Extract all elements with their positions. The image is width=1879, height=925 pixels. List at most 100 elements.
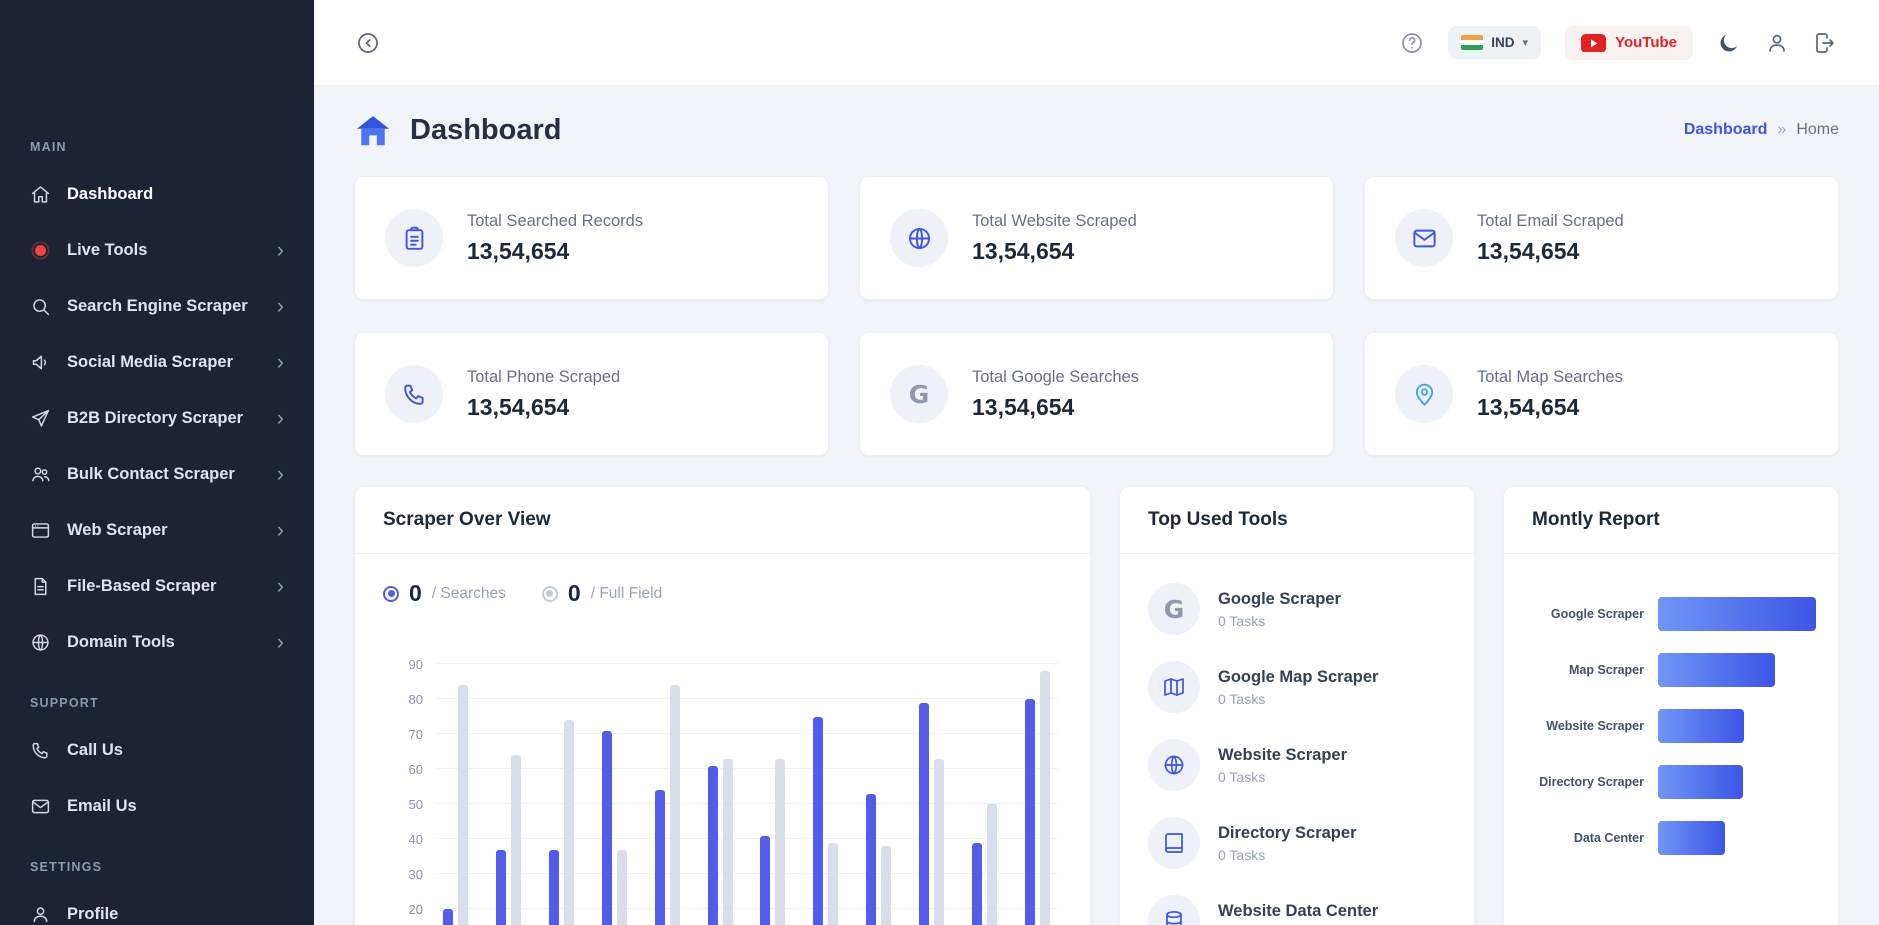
clipboard-icon bbox=[385, 209, 443, 267]
dark-mode-toggle[interactable] bbox=[1717, 31, 1741, 55]
y-axis-tick: 80 bbox=[385, 692, 423, 707]
sidebar-item-call-us[interactable]: Call Us bbox=[0, 722, 314, 778]
nav-section-label: MAIN bbox=[0, 140, 314, 154]
bar-searches bbox=[443, 909, 453, 925]
mail-icon bbox=[1395, 209, 1453, 267]
chevron-right-icon: › bbox=[277, 631, 284, 653]
tool-row-directory-scraper[interactable]: Directory Scraper0 Tasks bbox=[1148, 804, 1446, 882]
monthly-row-google-scraper: Google Scraper bbox=[1526, 596, 1816, 632]
tool-name: Google Map Scraper bbox=[1218, 668, 1378, 687]
breadcrumb-dashboard-link[interactable]: Dashboard bbox=[1684, 121, 1768, 139]
monthly-row-directory-scraper: Directory Scraper bbox=[1526, 764, 1816, 800]
tool-name: Website Scraper bbox=[1218, 746, 1347, 765]
tool-row-website-data-center[interactable]: Website Data Center0 Tasks bbox=[1148, 882, 1446, 925]
main-column: IND ▾ YouTube bbox=[314, 0, 1879, 925]
sidebar-item-web-scraper[interactable]: Web Scraper› bbox=[0, 502, 314, 558]
india-flag-icon bbox=[1461, 35, 1483, 50]
youtube-button[interactable]: YouTube bbox=[1565, 26, 1693, 60]
sidebar-item-search-engine-scraper[interactable]: Search Engine Scraper › bbox=[0, 278, 314, 334]
y-axis-tick: 70 bbox=[385, 727, 423, 742]
sidebar-item-bulk-contact-scraper[interactable]: Bulk Contact Scraper› bbox=[0, 446, 314, 502]
tool-row-google-map-scraper[interactable]: Google Map Scraper 0 Tasks bbox=[1148, 648, 1446, 726]
overview-chart: 0102030405060708090 bbox=[435, 637, 1058, 925]
tool-row-google-scraper[interactable]: GGoogle Scraper0 Tasks bbox=[1148, 570, 1446, 648]
book-icon bbox=[1148, 817, 1200, 869]
sidebar-item-live-tools[interactable]: Live Tools› bbox=[0, 222, 314, 278]
monthly-bar bbox=[1658, 597, 1816, 631]
bar-full-field bbox=[617, 850, 627, 925]
bar-full-field bbox=[987, 804, 997, 925]
chevron-down-icon: ▾ bbox=[1523, 36, 1529, 49]
tool-task-count: 0 Tasks bbox=[1218, 613, 1341, 629]
language-dropdown[interactable]: IND ▾ bbox=[1448, 26, 1541, 59]
stat-label: Total Map Searches bbox=[1477, 368, 1623, 387]
chevron-right-icon: › bbox=[277, 239, 284, 261]
legend-count: 0 bbox=[568, 580, 581, 607]
stat-label: Total Email Scraped bbox=[1477, 212, 1624, 231]
chevron-right-icon: › bbox=[277, 351, 284, 373]
bar-searches bbox=[602, 731, 612, 925]
y-axis-tick: 60 bbox=[385, 762, 423, 777]
chevron-right-icon: › bbox=[277, 295, 284, 317]
tool-name: Directory Scraper bbox=[1218, 824, 1357, 843]
map-pin-icon bbox=[1395, 365, 1453, 423]
sidebar-item-email-us[interactable]: Email Us bbox=[0, 778, 314, 834]
sidebar-item-label: Dashboard bbox=[67, 185, 153, 204]
monthly-category-label: Google Scraper bbox=[1526, 607, 1644, 621]
bar-group bbox=[708, 759, 733, 925]
scraper-overview-panel: Scraper Over View 0/ Searches0/ Full Fie… bbox=[354, 486, 1091, 925]
home-icon bbox=[354, 112, 392, 148]
bar-full-field bbox=[828, 843, 838, 925]
stat-value: 13,54,654 bbox=[972, 238, 1137, 265]
chevron-right-icon: › bbox=[277, 575, 284, 597]
google-icon: G bbox=[1148, 583, 1200, 635]
sidebar-collapse-button[interactable] bbox=[356, 31, 380, 55]
users-icon bbox=[30, 464, 51, 485]
bar-searches bbox=[655, 790, 665, 925]
page-header: Dashboard Dashboard » Home bbox=[354, 112, 1839, 148]
tool-name: Website Data Center bbox=[1218, 902, 1378, 921]
phone-icon bbox=[30, 740, 51, 761]
bar-group bbox=[972, 804, 997, 925]
breadcrumb-home-link[interactable]: Home bbox=[1796, 121, 1839, 139]
stat-value: 13,54,654 bbox=[467, 394, 620, 421]
logout-button[interactable] bbox=[1813, 31, 1837, 55]
sidebar-item-social-media-scraper[interactable]: Social Media Scraper › bbox=[0, 334, 314, 390]
topbar: IND ▾ YouTube bbox=[314, 0, 1879, 86]
database-icon bbox=[1148, 895, 1200, 925]
bar-searches bbox=[919, 703, 929, 925]
youtube-label: YouTube bbox=[1615, 34, 1677, 51]
sidebar-item-profile[interactable]: Profile bbox=[0, 886, 314, 925]
stat-value: 13,54,654 bbox=[1477, 394, 1623, 421]
bar-group bbox=[919, 703, 944, 925]
help-button[interactable] bbox=[1400, 31, 1424, 55]
y-axis-tick: 50 bbox=[385, 797, 423, 812]
sidebar-item-domain-tools[interactable]: Domain Tools› bbox=[0, 614, 314, 670]
sidebar-item-b2b-directory-scraper[interactable]: B2B Directory Scraper› bbox=[0, 390, 314, 446]
sidebar-item-label: Profile bbox=[67, 905, 118, 924]
profile-button[interactable] bbox=[1765, 31, 1789, 55]
top-used-tools-panel: Top Used Tools GGoogle Scraper0 TasksGoo… bbox=[1119, 486, 1475, 925]
sidebar-item-file-based-scraper[interactable]: File-Based Scraper› bbox=[0, 558, 314, 614]
tool-row-website-scraper[interactable]: Website Scraper0 Tasks bbox=[1148, 726, 1446, 804]
file-icon bbox=[30, 576, 51, 597]
sidebar-item-dashboard[interactable]: Dashboard bbox=[0, 166, 314, 222]
monthly-bar bbox=[1658, 821, 1725, 855]
sidebar: MAINDashboardLive Tools›Search Engine Sc… bbox=[0, 0, 314, 925]
home-icon bbox=[30, 184, 51, 205]
nav-section-label: SETTINGS bbox=[0, 860, 314, 874]
monthly-report-panel: Montly Report Google ScraperMap ScraperW… bbox=[1503, 486, 1839, 925]
bar-full-field bbox=[723, 759, 733, 925]
bar-group bbox=[866, 794, 891, 925]
sidebar-item-label: Search Engine Scraper bbox=[67, 297, 248, 316]
sidebar-item-label: Social Media Scraper bbox=[67, 353, 233, 372]
bar-searches bbox=[1025, 699, 1035, 925]
bar-full-field bbox=[775, 759, 785, 925]
stat-card-total-google-searches: GTotal Google Searches13,54,654 bbox=[859, 332, 1334, 456]
paper-plane-icon bbox=[30, 408, 51, 429]
search-icon bbox=[30, 296, 51, 317]
bar-searches bbox=[866, 794, 876, 925]
tool-task-count: 0 Tasks bbox=[1218, 691, 1378, 707]
bar-group bbox=[1025, 671, 1050, 925]
y-axis-tick: 40 bbox=[385, 832, 423, 847]
